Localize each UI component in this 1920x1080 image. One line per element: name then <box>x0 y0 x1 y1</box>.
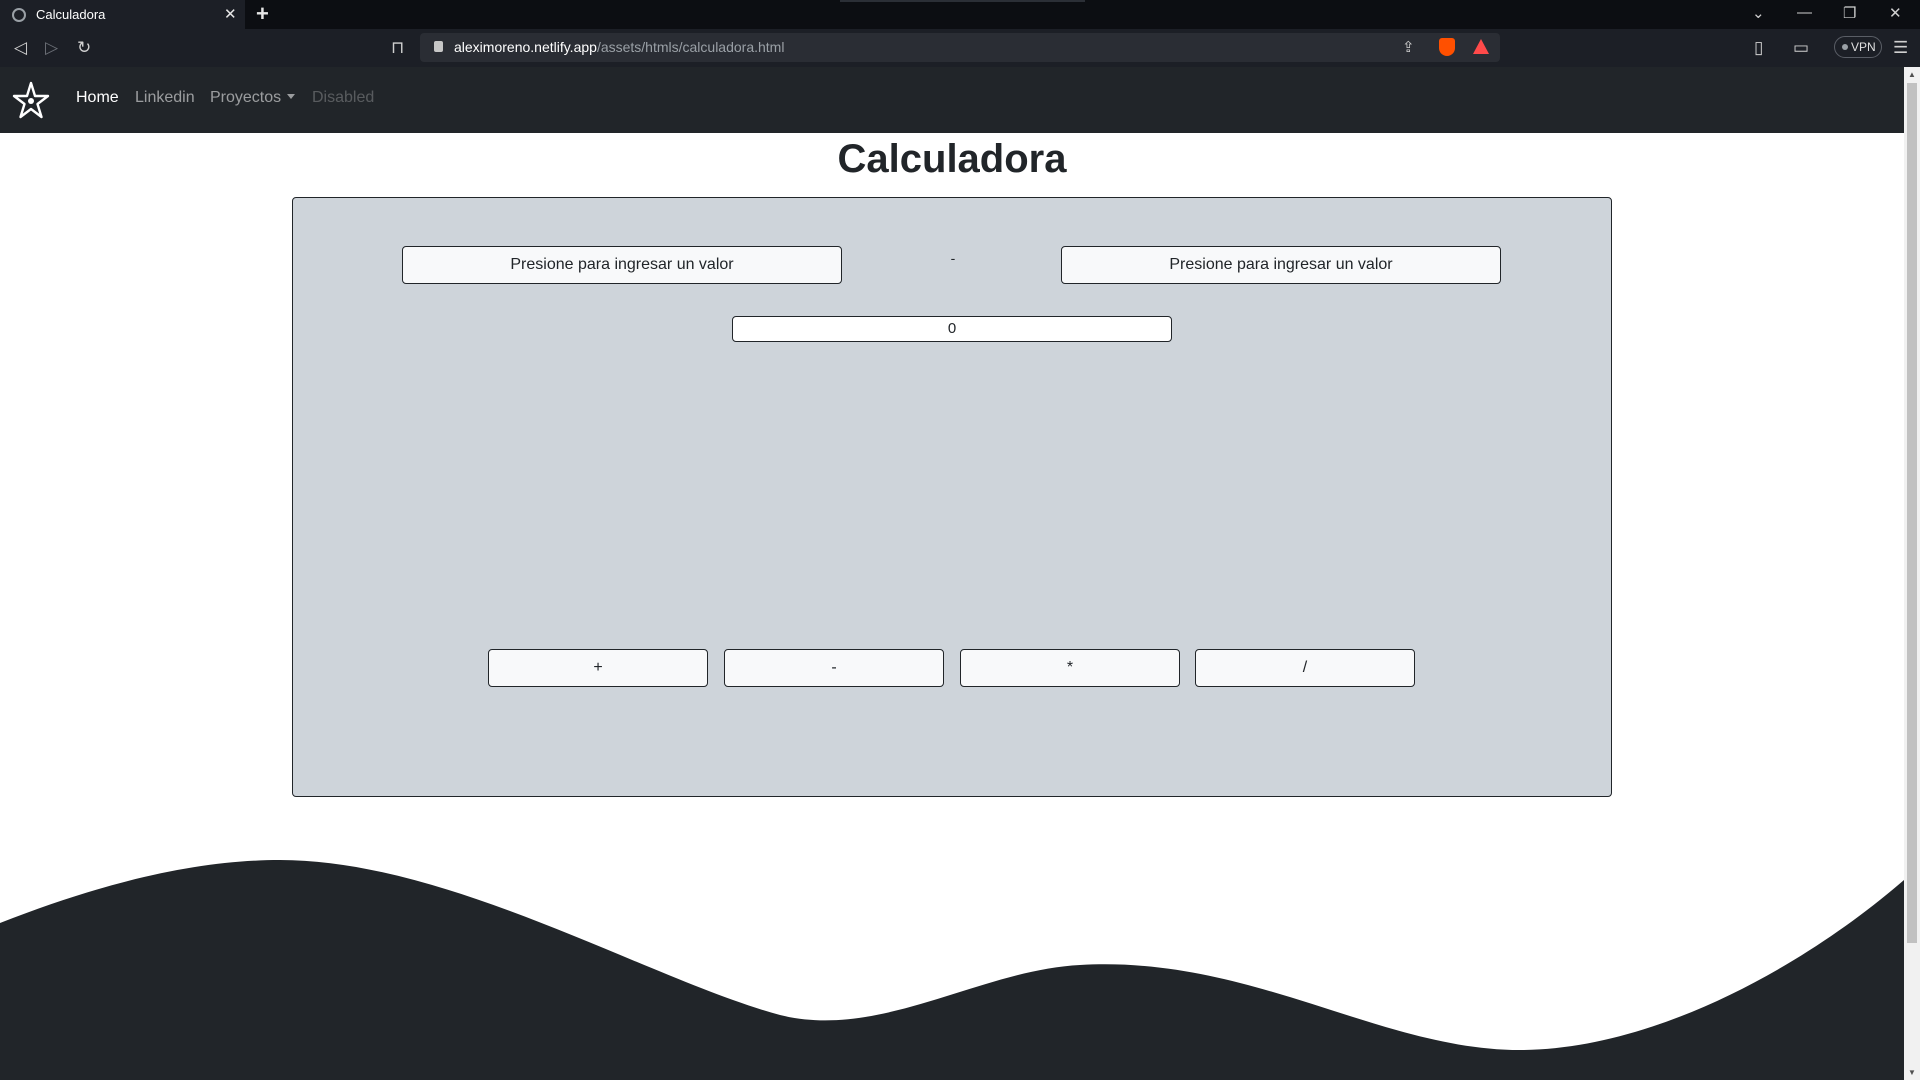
menu-icon[interactable]: ☰ <box>1893 38 1908 58</box>
brave-shields-icon[interactable] <box>1439 38 1455 56</box>
value-1-button[interactable]: Presione para ingresar un valor <box>402 246 842 284</box>
restore-icon[interactable]: ❐ <box>1843 4 1856 22</box>
add-button[interactable]: + <box>488 649 708 687</box>
sidebar-icon[interactable]: ▯ <box>1754 38 1763 58</box>
vpn-button[interactable]: VPN <box>1834 36 1882 58</box>
minimize-icon[interactable]: — <box>1797 4 1812 21</box>
url-path: /assets/htmls/calculadora.html <box>596 39 785 55</box>
vpn-status-icon <box>1842 44 1848 50</box>
url-text: aleximoreno.netlify.app/assets/htmls/cal… <box>454 39 784 55</box>
nav-link-disabled: Disabled <box>312 89 375 106</box>
url-field[interactable]: aleximoreno.netlify.app/assets/htmls/cal… <box>420 33 1500 62</box>
site-navbar: Home Linkedin Proyectos Disabled <box>0 67 1920 133</box>
back-icon[interactable]: ◁ <box>14 38 27 58</box>
nav-dropdown-label: Proyectos <box>210 89 282 106</box>
bookmark-icon[interactable]: ⊓ <box>391 38 404 58</box>
window-close-icon[interactable]: ✕ <box>1889 4 1902 22</box>
tab-calculadora[interactable]: Calculadora ✕ <box>0 0 245 29</box>
lock-icon <box>434 41 443 52</box>
brave-rewards-icon[interactable] <box>1473 39 1489 54</box>
multiply-button[interactable]: * <box>960 649 1180 687</box>
forward-icon[interactable]: ▷ <box>45 38 58 58</box>
caret-down-icon <box>287 94 296 99</box>
subtract-button[interactable]: - <box>724 649 944 687</box>
page-title: Calculadora <box>837 137 1067 181</box>
operator-display: - <box>950 250 956 266</box>
globe-icon <box>12 8 26 22</box>
url-host: aleximoreno.netlify.app <box>454 39 597 55</box>
page-scrollbar[interactable]: ▲ ▼ <box>1904 67 1920 1080</box>
new-tab-button[interactable]: + <box>256 1 269 27</box>
calculator-card: Presione para ingresar un valor - Presio… <box>292 197 1612 797</box>
scrollbar-thumb[interactable] <box>1907 83 1917 943</box>
nav-link-home[interactable]: Home <box>76 89 119 107</box>
nav-link-linkedin[interactable]: Linkedin <box>135 89 195 107</box>
share-icon[interactable]: ⇪ <box>1402 38 1415 56</box>
scroll-down-icon[interactable]: ▼ <box>1908 1068 1916 1077</box>
browser-window: Calculadora ✕ + ⌄ — ❐ ✕ ◁ ▷ ↻ ⊓ aleximor… <box>0 0 1920 1080</box>
address-bar-row: ◁ ▷ ↻ ⊓ aleximoreno.netlify.app/assets/h… <box>0 29 1920 67</box>
tab-search-icon[interactable]: ⌄ <box>1752 4 1765 22</box>
vpn-label: VPN <box>1851 40 1876 54</box>
tab-close-icon[interactable]: ✕ <box>224 5 237 23</box>
drag-region <box>840 0 1085 2</box>
wallet-icon[interactable]: ▭ <box>1793 38 1809 58</box>
value-2-button[interactable]: Presione para ingresar un valor <box>1061 246 1501 284</box>
result-display: 0 <box>732 316 1172 342</box>
star-logo-icon[interactable] <box>12 81 50 119</box>
wave-decoration <box>0 860 1904 1080</box>
nav-dropdown-proyectos[interactable]: Proyectos <box>210 89 296 107</box>
tab-bar: Calculadora ✕ + ⌄ — ❐ ✕ <box>0 0 1920 29</box>
reload-icon[interactable]: ↻ <box>77 38 91 58</box>
divide-button[interactable]: / <box>1195 649 1415 687</box>
tab-title: Calculadora <box>36 7 106 22</box>
scroll-up-icon[interactable]: ▲ <box>1908 70 1916 79</box>
